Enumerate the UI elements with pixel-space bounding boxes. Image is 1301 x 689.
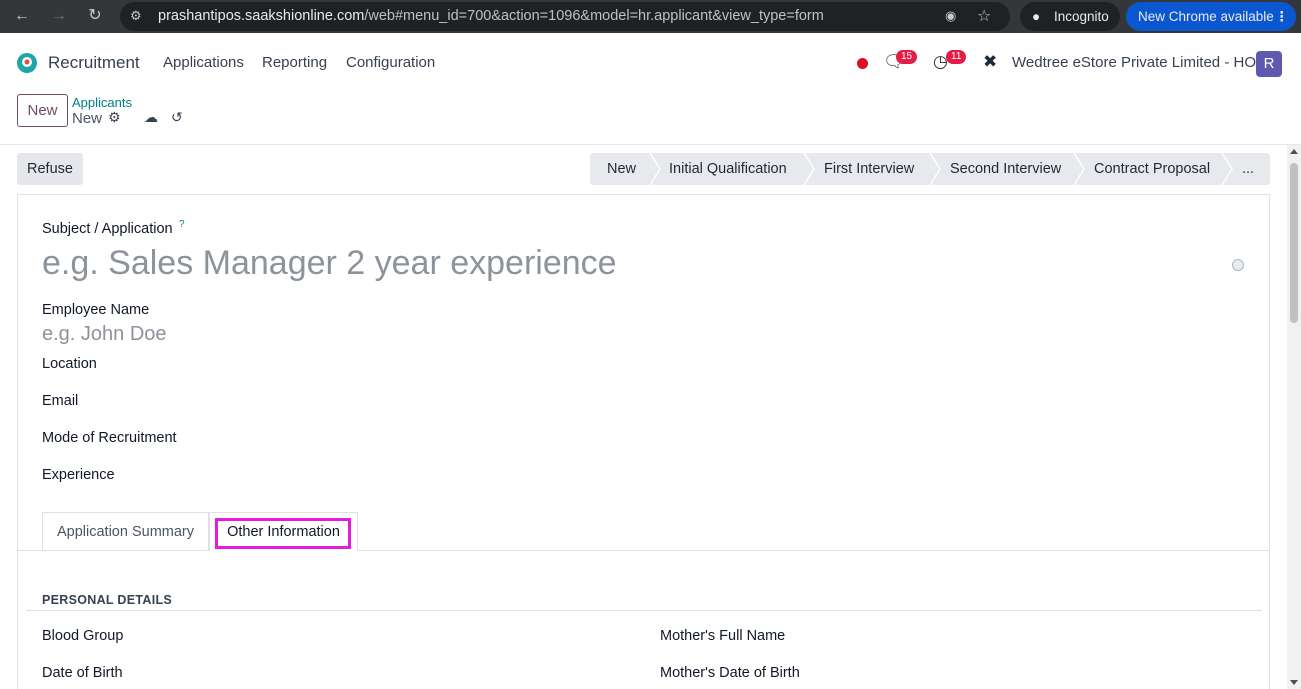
kebab-menu-icon[interactable]: ⋮ [1275,2,1289,31]
update-label: New Chrome available [1138,9,1274,24]
menu-reporting[interactable]: Reporting [262,54,327,71]
new-record-button[interactable]: New [17,94,68,127]
stage-second-interview[interactable]: Second Interview [950,153,1061,185]
stage-statusbar: New Initial Qualification First Intervie… [590,153,1270,185]
debug-tools-icon[interactable]: ✖ [983,52,997,72]
scroll-down-arrow-icon[interactable] [1290,680,1298,685]
incognito-label: Incognito [1054,9,1109,24]
incognito-icon: ● [1032,9,1041,24]
priority-toggle-icon[interactable] [1232,259,1244,271]
url-text[interactable]: prashantipos.saakshionline.com/web#menu_… [158,8,824,24]
breadcrumb-applicants[interactable]: Applicants [72,95,132,110]
incognito-indicator[interactable]: ● Incognito [1020,2,1120,31]
mothers-full-name-label: Mother's Full Name [660,628,786,644]
stage-contract-proposal[interactable]: Contract Proposal [1094,153,1210,185]
discard-undo-icon[interactable]: ↺ [171,109,183,126]
activities-count-badge: 11 [946,50,967,64]
breadcrumb-current: New [72,110,103,127]
experience-label: Experience [42,467,115,483]
subject-help-tooltip[interactable]: ? [179,219,185,230]
tab-highlight-box [215,518,351,549]
stage-initial-qualification[interactable]: Initial Qualification [669,153,787,185]
site-info-icon[interactable]: ⚙ [130,8,142,24]
forward-arrow-icon[interactable]: → [49,6,69,26]
location-label: Location [42,356,97,372]
date-of-birth-label: Date of Birth [42,665,123,681]
odoo-navbar: Recruitment Applications Reporting Confi… [0,40,1301,86]
refuse-button[interactable]: Refuse [17,153,83,185]
bookmark-star-icon[interactable]: ☆ [977,6,991,26]
back-arrow-icon[interactable]: ← [12,6,32,26]
save-cloud-icon[interactable]: ☁ [144,109,158,126]
stage-first-interview[interactable]: First Interview [824,153,914,185]
stage-separator [1073,153,1085,185]
stage-separator [1221,153,1233,185]
page-scrollbar[interactable] [1287,145,1301,689]
employee-name-input[interactable]: e.g. John Doe [42,323,167,346]
employee-name-label: Employee Name [42,302,150,318]
menu-applications[interactable]: Applications [163,54,244,71]
subject-input[interactable]: e.g. Sales Manager 2 year experience [42,244,617,283]
scrollbar-thumb[interactable] [1290,163,1298,323]
tracking-protection-icon[interactable]: ◉ [945,8,956,24]
company-switcher[interactable]: Wedtree eStore Private Limited - HO [1012,54,1256,71]
reload-icon[interactable]: ↻ [85,6,105,26]
user-avatar[interactable]: R [1256,51,1282,77]
gear-icon[interactable]: ⚙ [108,109,121,126]
divider [0,144,1301,145]
address-bar[interactable]: ⚙ prashantipos.saakshionline.com/web#men… [120,2,1010,31]
tab-application-summary[interactable]: Application Summary [42,512,209,551]
stage-separator [803,153,815,185]
stage-more-dropdown[interactable]: ... [1242,153,1254,185]
new-chrome-available-button[interactable]: New Chrome available ⋮ [1126,2,1296,31]
app-name[interactable]: Recruitment [48,53,140,73]
stage-new[interactable]: New [607,153,636,185]
subject-label: Subject / Application [42,221,173,237]
email-label: Email [42,393,79,409]
stage-separator [649,153,661,185]
scroll-up-arrow-icon[interactable] [1290,149,1298,154]
mode-of-recruitment-label: Mode of Recruitment [42,430,177,446]
browser-toolbar: ← → ↻ ⚙ prashantipos.saakshionline.com/w… [0,0,1301,33]
section-divider [26,610,1262,611]
stage-separator [929,153,941,185]
blood-group-label: Blood Group [42,628,124,644]
mothers-date-of-birth-label: Mother's Date of Birth [660,665,800,681]
recording-dot-icon[interactable] [857,58,868,69]
menu-configuration[interactable]: Configuration [346,54,435,71]
recruitment-app-icon[interactable] [16,52,38,74]
section-title-personal-details: PERSONAL DETAILS [42,593,173,607]
messages-count-badge: 15 [896,50,918,64]
